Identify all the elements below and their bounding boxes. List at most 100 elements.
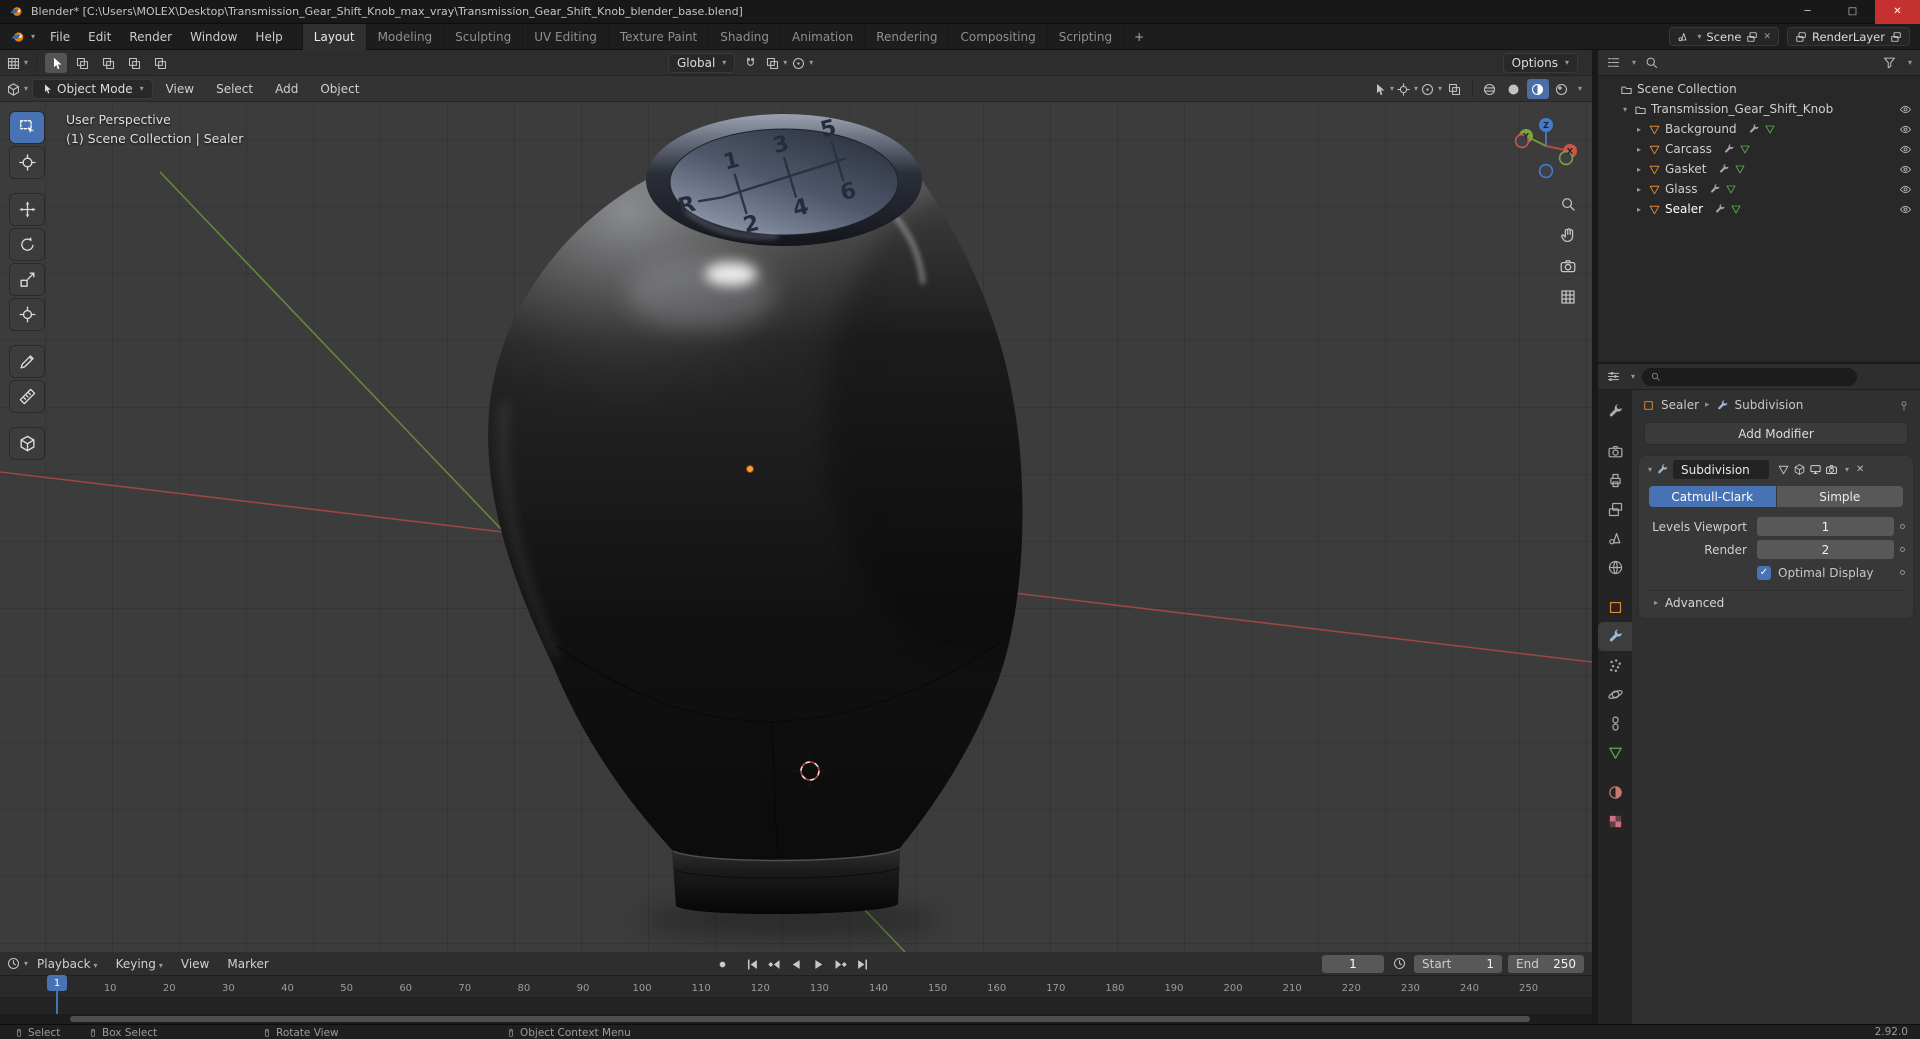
- workspace-tab-sculpting[interactable]: Sculpting: [443, 23, 522, 50]
- maximize-button[interactable]: □: [1830, 0, 1875, 24]
- timeline-ruler[interactable]: 10 20 30 40 50 60 70 80 90 100 110 120 130 140 150 160 1…: [0, 976, 1592, 998]
- unlink-scene-icon[interactable]: ✕: [1763, 32, 1771, 42]
- animate-dot-icon[interactable]: [1900, 570, 1905, 575]
- jump-to-start-button[interactable]: [742, 954, 762, 974]
- display-realtime-toggle-icon[interactable]: [1809, 463, 1822, 476]
- add-workspace-button[interactable]: +: [1123, 23, 1154, 50]
- menu-playback[interactable]: Playback ▾: [28, 952, 107, 976]
- snap-toggle-button[interactable]: [739, 53, 761, 73]
- viewport-editor-type-button[interactable]: ▾: [6, 79, 28, 99]
- end-frame-field[interactable]: End 250: [1508, 955, 1584, 973]
- shading-solid-button[interactable]: [1503, 79, 1525, 99]
- close-button[interactable]: ✕: [1875, 0, 1920, 24]
- shading-wireframe-button[interactable]: [1479, 79, 1501, 99]
- properties-search-input[interactable]: [1642, 367, 1858, 386]
- outliner-row-sealer[interactable]: ▸ Sealer: [1598, 199, 1920, 219]
- workspace-tab-uv-editing[interactable]: UV Editing: [522, 23, 608, 50]
- next-keyframe-button[interactable]: [830, 954, 850, 974]
- filter-icon[interactable]: [1882, 55, 1897, 70]
- expand-icon[interactable]: ▸: [1634, 205, 1644, 214]
- expand-icon[interactable]: ▸: [1634, 145, 1644, 154]
- tab-constraints[interactable]: [1598, 709, 1632, 738]
- auto-key-button[interactable]: [712, 954, 732, 974]
- menu-edit[interactable]: Edit: [79, 24, 120, 50]
- workspace-tab-layout[interactable]: Layout: [301, 23, 366, 50]
- overlays-dropdown[interactable]: ▾: [1420, 79, 1442, 99]
- transform-orientation-dropdown[interactable]: Global ▾: [668, 53, 736, 73]
- menu-keying[interactable]: Keying ▾: [107, 952, 172, 976]
- expand-icon[interactable]: ▸: [1634, 185, 1644, 194]
- outliner-row-background[interactable]: ▸ Background: [1598, 119, 1920, 139]
- tab-object-data[interactable]: [1598, 738, 1632, 767]
- select-mode-subtract-button[interactable]: [123, 53, 145, 73]
- zoom-button[interactable]: [1558, 194, 1578, 214]
- eye-icon[interactable]: [1899, 103, 1912, 116]
- render-field[interactable]: 2: [1757, 540, 1894, 559]
- tool-select-box[interactable]: [10, 112, 44, 143]
- outliner-row-gasket[interactable]: ▸ Gasket: [1598, 159, 1920, 179]
- editor-type-button[interactable]: ▾: [6, 53, 28, 73]
- tab-modifiers[interactable]: [1598, 622, 1632, 651]
- animate-dot-icon[interactable]: [1900, 524, 1905, 529]
- mode-dropdown[interactable]: Object Mode ▾: [32, 79, 153, 99]
- advanced-subpanel-header[interactable]: ▸ Advanced: [1647, 590, 1905, 614]
- pin-icon[interactable]: [1898, 400, 1910, 412]
- menu-add[interactable]: Add: [266, 76, 307, 102]
- menu-render[interactable]: Render: [120, 24, 181, 50]
- outliner-row-glass[interactable]: ▸ Glass: [1598, 179, 1920, 199]
- select-mode-intersect-button[interactable]: [149, 53, 171, 73]
- eye-icon[interactable]: [1899, 183, 1912, 196]
- menu-file[interactable]: File: [41, 24, 79, 50]
- gizmos-dropdown[interactable]: ▾: [1396, 79, 1418, 99]
- menu-select[interactable]: Select: [207, 76, 262, 102]
- navigation-gizmo[interactable]: X Y Z: [1508, 108, 1584, 184]
- expand-icon[interactable]: ▸: [1634, 125, 1644, 134]
- tab-material[interactable]: [1598, 778, 1632, 807]
- panel-expand-icon[interactable]: ▾: [1648, 465, 1652, 474]
- play-button[interactable]: [808, 954, 828, 974]
- current-frame-field[interactable]: 1: [1322, 955, 1384, 973]
- tool-annotate[interactable]: [10, 346, 44, 377]
- optimal-display-checkbox[interactable]: ✓: [1757, 565, 1771, 580]
- workspace-tab-shading[interactable]: Shading: [708, 23, 780, 50]
- tab-object[interactable]: [1598, 593, 1632, 622]
- tool-cursor[interactable]: [10, 147, 44, 178]
- eye-icon[interactable]: [1899, 143, 1912, 156]
- scene-selector[interactable]: ▾ Scene ✕: [1669, 27, 1779, 46]
- timeline-scrollbar-thumb[interactable]: [70, 1016, 1530, 1022]
- select-mode-set-button[interactable]: [71, 53, 93, 73]
- previous-keyframe-button[interactable]: [764, 954, 784, 974]
- tab-particles[interactable]: [1598, 651, 1632, 680]
- pan-button[interactable]: [1558, 225, 1578, 245]
- display-editmode-toggle-icon[interactable]: [1793, 463, 1806, 476]
- workspace-tab-modeling[interactable]: Modeling: [365, 23, 444, 50]
- workspace-tab-texture-paint[interactable]: Texture Paint: [607, 23, 708, 50]
- levels-viewport-field[interactable]: 1: [1757, 517, 1894, 536]
- tool-move[interactable]: [10, 194, 44, 225]
- viewport-3d[interactable]: R 1 3 5 2 4 6 User Perspective (1) Scene…: [0, 102, 1592, 952]
- menu-view[interactable]: View: [157, 76, 203, 102]
- options-dropdown[interactable]: Options ▾: [1502, 53, 1578, 73]
- tab-view-layer[interactable]: [1598, 495, 1632, 524]
- xray-toggle-button[interactable]: [1444, 79, 1466, 99]
- tool-measure[interactable]: [10, 381, 44, 412]
- ortho-toggle-button[interactable]: [1558, 287, 1578, 307]
- tab-output[interactable]: [1598, 466, 1632, 495]
- outliner-row-carcass[interactable]: ▸ Carcass: [1598, 139, 1920, 159]
- tool-rotate[interactable]: [10, 229, 44, 260]
- outliner-row-collection[interactable]: ▾ Transmission_Gear_Shift_Knob: [1598, 99, 1920, 119]
- modifier-extras-icon[interactable]: ▾: [1845, 465, 1849, 474]
- properties-editor-icon[interactable]: [1606, 369, 1621, 384]
- snap-settings-button[interactable]: ▾: [765, 53, 787, 73]
- eye-icon[interactable]: [1899, 203, 1912, 216]
- expand-icon[interactable]: ▸: [1634, 165, 1644, 174]
- menu-window[interactable]: Window: [181, 24, 246, 50]
- workspace-tab-animation[interactable]: Animation: [780, 23, 864, 50]
- breadcrumb-modifier[interactable]: Subdivision: [1735, 398, 1804, 412]
- modifier-name-field[interactable]: Subdivision: [1673, 460, 1770, 479]
- timeline-playhead[interactable]: 1: [47, 975, 67, 1014]
- menu-marker[interactable]: Marker: [218, 952, 277, 976]
- new-scene-icon[interactable]: [1746, 31, 1758, 43]
- jump-to-end-button[interactable]: [852, 954, 872, 974]
- tool-scale[interactable]: [10, 264, 44, 295]
